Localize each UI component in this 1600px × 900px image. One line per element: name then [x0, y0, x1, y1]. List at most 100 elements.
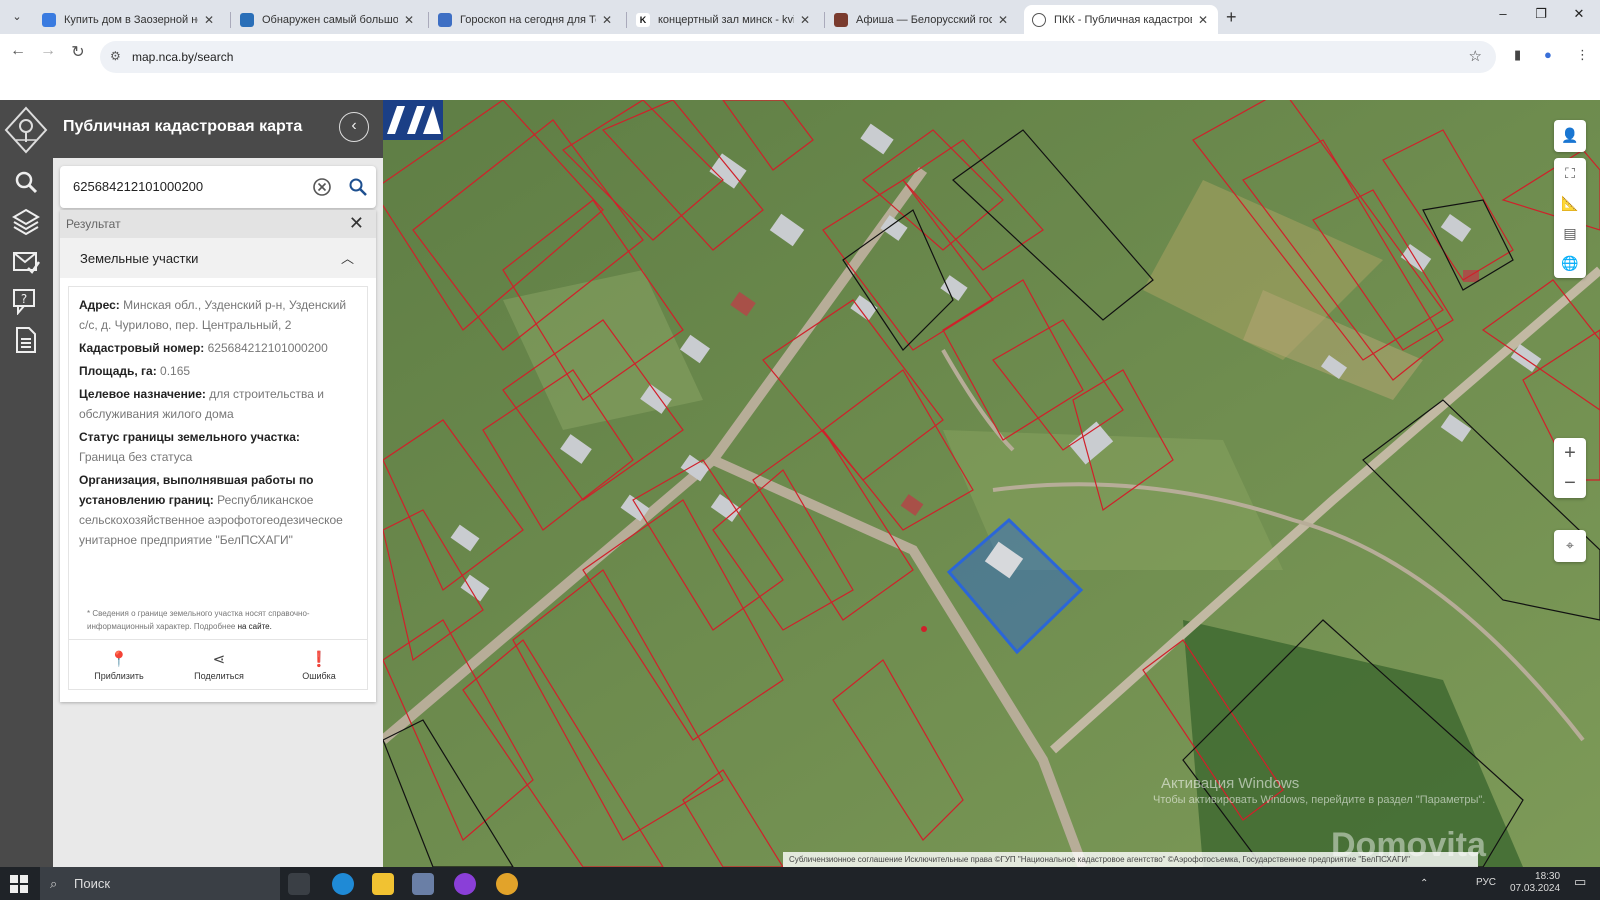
zoom-out-button[interactable]: − [1554, 468, 1586, 498]
parcel-info: Адрес: Минская обл., Узденский р-н, Узде… [68, 286, 368, 640]
browser-menu-icon[interactable]: ⋮ [1576, 47, 1589, 63]
search-icon[interactable] [12, 168, 40, 196]
notifications-icon[interactable]: ▭ [1574, 875, 1586, 888]
geolocate-control[interactable]: ⌖ [1554, 530, 1586, 562]
tab-separator [626, 12, 627, 28]
search-input[interactable]: 625684212101000200 [73, 179, 203, 194]
viber-icon[interactable] [454, 873, 476, 895]
collapse-panel-button[interactable]: ‹ [339, 112, 369, 142]
satellite-map[interactable]: 👤 ⛶ 📐 ▤ 🌐 + − ⌖ Активация Windows Чтобы … [383, 100, 1600, 867]
land-plots-section[interactable]: Земельные участки ︿ [60, 238, 376, 278]
tray-chevron-icon[interactable]: ⌃ [1420, 878, 1428, 890]
globe-icon[interactable]: 🌐 [1554, 248, 1586, 278]
tab-title: Обнаружен самый большой с [262, 13, 398, 26]
tab-title: ПКК - Публичная кадастровая [1054, 13, 1192, 26]
task-view-icon[interactable] [288, 873, 310, 895]
tab-title: Купить дом в Заозерной недв [64, 13, 198, 26]
clear-icon[interactable] [312, 177, 332, 197]
tab-close-icon[interactable]: ✕ [798, 13, 812, 27]
locate-icon[interactable]: ⌖ [1554, 530, 1586, 560]
map-marker-dot [921, 626, 927, 632]
app-title: Публичная кадастровая карта [63, 118, 303, 135]
browser-tab[interactable]: Афиша — Белорусский госуда ✕ [826, 5, 1018, 34]
bookmark-star-icon[interactable]: ☆ [1469, 47, 1482, 65]
close-result-icon[interactable]: ✕ [349, 213, 364, 234]
tab-search-icon[interactable]: ⌄ [8, 8, 26, 26]
layers-icon[interactable] [12, 207, 40, 235]
result-label: Результат [66, 217, 121, 231]
area-value: 0.165 [160, 364, 191, 378]
restore-icon[interactable]: ❐ [1526, 6, 1556, 22]
feedback-icon[interactable]: ? [12, 287, 40, 315]
report-error-button[interactable]: ❗ Ошибка [279, 650, 359, 681]
taskbar-search[interactable]: ⌕ Поиск [40, 867, 280, 900]
nca-map-logo-icon [383, 100, 443, 140]
url-text[interactable]: map.nca.by/search [132, 50, 233, 64]
share-label: Поделиться [194, 671, 244, 681]
edge-browser-icon[interactable] [332, 873, 354, 895]
error-icon: ❗ [309, 651, 329, 668]
nca-logo-icon[interactable] [4, 106, 48, 156]
map-canvas[interactable] [383, 100, 1600, 867]
browser-tab[interactable]: K концертный зал минск - kvitk ✕ [628, 5, 820, 34]
area-label: Площадь, га: [79, 364, 157, 378]
cadastral-row: Кадастровый номер: 625684212101000200 [79, 338, 357, 358]
status-row: Статус границы земельного участка: Границ… [79, 427, 357, 467]
search-submit-icon[interactable] [348, 177, 368, 197]
window-close-icon[interactable]: ✕ [1564, 6, 1594, 22]
app-icon[interactable] [412, 873, 434, 895]
user-icon[interactable]: 👤 [1554, 120, 1586, 150]
mail-check-icon[interactable] [12, 248, 40, 276]
tab-close-icon[interactable]: ✕ [402, 13, 416, 27]
browser-tab[interactable]: Обнаружен самый большой с ✕ [232, 5, 424, 34]
site-settings-icon[interactable]: ⚙ [110, 49, 121, 63]
print-document-icon[interactable]: ▤ [1554, 218, 1586, 248]
footnote-text: * Сведения о границе земельного участка … [87, 609, 310, 631]
purpose-label: Целевое назначение: [79, 387, 206, 401]
zoom-to-label: Приблизить [94, 671, 144, 681]
back-arrow-icon[interactable]: ← [6, 42, 30, 60]
minimize-icon[interactable]: – [1488, 6, 1518, 21]
language-indicator[interactable]: РУС [1476, 877, 1496, 889]
windows-start-icon[interactable] [10, 875, 28, 893]
tab-close-icon[interactable]: ✕ [202, 13, 216, 27]
action-bar: 📍 Приблизить ⋖ Поделиться ❗ Ошибка [68, 640, 368, 690]
browser-tab-active[interactable]: ПКК - Публичная кадастровая ✕ [1024, 5, 1218, 34]
side-panel-icon[interactable]: ▮ [1514, 47, 1521, 63]
address-bar[interactable]: ⚙ map.nca.by/search ☆ [100, 41, 1496, 73]
tab-close-icon[interactable]: ✕ [996, 13, 1010, 27]
area-row: Площадь, га: 0.165 [79, 361, 357, 381]
profile-avatar-icon[interactable]: ● [1544, 47, 1552, 62]
forward-arrow-icon[interactable]: → [36, 42, 60, 60]
windows-activation-subtitle: Чтобы активировать Windows, перейдите в … [1153, 794, 1486, 806]
reload-icon[interactable]: ↻ [66, 42, 90, 62]
tab-close-icon[interactable]: ✕ [600, 13, 614, 27]
footnote-link[interactable]: на сайте. [238, 622, 272, 631]
browser-tab[interactable]: Гороскоп на сегодня для Тел ✕ [430, 5, 622, 34]
account-control[interactable]: 👤 [1554, 120, 1586, 152]
taskbar-search-icon: ⌕ [50, 876, 58, 891]
zoom-in-button[interactable]: + [1554, 438, 1586, 468]
clock-date: 07.03.2024 [1510, 883, 1561, 894]
chevron-up-icon[interactable]: ︿ [341, 248, 354, 267]
zoom-to-button[interactable]: 📍 Приблизить [79, 650, 159, 681]
file-explorer-icon[interactable] [372, 873, 394, 895]
map-tools-group: ⛶ 📐 ▤ 🌐 [1554, 158, 1586, 278]
tab-title: Афиша — Белорусский госуда [856, 13, 992, 26]
browser-tab[interactable]: Купить дом в Заозерной недв ✕ [34, 5, 224, 34]
tab-close-icon[interactable]: ✕ [1196, 13, 1210, 27]
share-button[interactable]: ⋖ Поделиться [179, 650, 259, 681]
measure-icon[interactable]: 📐 [1554, 188, 1586, 218]
windows-taskbar: ⌕ Поиск ⌃ РУС 18:30 07.03.2024 ▭ [0, 867, 1600, 900]
document-icon[interactable] [12, 326, 40, 354]
fullscreen-icon[interactable]: ⛶ [1554, 158, 1586, 188]
chrome-icon[interactable] [496, 873, 518, 895]
site-favicon-icon [834, 12, 848, 27]
clock[interactable]: 18:30 07.03.2024 [1510, 871, 1560, 895]
new-tab-button[interactable]: + [1226, 7, 1237, 28]
map-pin-icon: 📍 [109, 651, 129, 668]
map-attribution: Субличензионное соглашение Исключительны… [783, 852, 1478, 867]
site-favicon-icon [240, 12, 254, 27]
tab-separator [428, 12, 429, 28]
error-label: Ошибка [302, 671, 336, 681]
